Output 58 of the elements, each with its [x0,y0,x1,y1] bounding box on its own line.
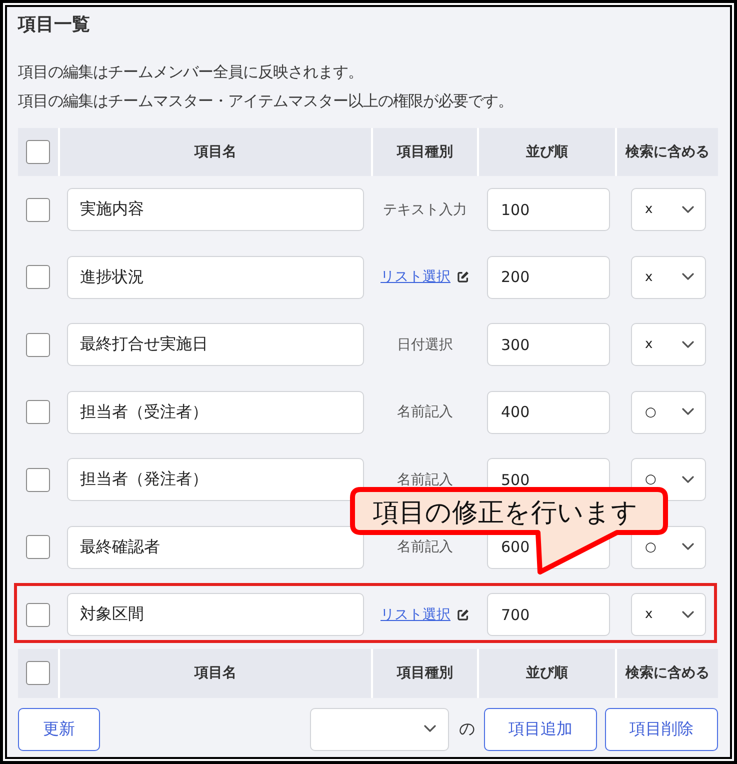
chevron-down-icon [682,408,694,416]
checkbox[interactable] [26,400,50,424]
name-input[interactable]: 担当者（受注者） [67,390,364,434]
checkbox[interactable] [26,332,50,357]
chevron-down-icon [682,543,694,552]
column-header: 項目名 [60,648,371,698]
checkbox[interactable] [26,602,50,627]
order-input[interactable]: 400 [487,390,610,434]
type-link[interactable]: リスト選択 [380,268,450,286]
checkbox[interactable] [26,140,50,164]
add-item-button[interactable]: 項目追加 [484,708,597,750]
chevron-down-icon [682,206,694,214]
column-header: 項目名 [60,128,371,176]
chevron-down-icon [682,610,694,619]
edit-icon[interactable] [456,608,470,622]
checkbox[interactable] [26,198,50,222]
name-input[interactable]: 担当者（発注者） [67,458,364,502]
search-select[interactable]: x [631,188,706,232]
name-input[interactable]: 進捗状況 [67,256,364,299]
type-label: 名前記入 [397,538,453,556]
type-link[interactable]: リスト選択 [380,606,450,624]
edit-icon[interactable] [456,270,470,284]
chevron-down-icon [682,340,694,349]
type-label: 名前記入 [397,403,453,422]
name-input[interactable]: 最終確認者 [67,526,364,569]
search-select[interactable]: ○ [631,390,706,434]
joiner-text: の [459,718,475,740]
name-input[interactable]: 実施内容 [67,188,364,232]
name-input[interactable]: 対象区間 [67,593,364,636]
note-text: 項目の編集はチームマスター・アイテムマスター以上の権限が必要です。 [18,90,514,112]
order-input[interactable]: 200 [487,256,610,299]
order-input[interactable]: 700 [487,593,610,636]
checkbox[interactable] [26,265,50,290]
search-select[interactable]: x [631,256,706,299]
chevron-down-icon [424,725,436,733]
search-select[interactable]: x [631,323,706,366]
update-button[interactable]: 更新 [18,708,100,750]
search-select[interactable]: x [631,593,706,636]
checkbox[interactable] [26,661,50,685]
type-label: テキスト入力 [383,200,467,219]
name-input[interactable]: 最終打合せ実施日 [67,323,364,366]
column-header: 並び順 [479,648,615,698]
column-header: 並び順 [479,128,615,176]
column-header: 検索に含める [617,128,718,176]
checkbox[interactable] [26,535,50,560]
type-label: 名前記入 [397,470,453,489]
delete-item-button[interactable]: 項目削除 [605,708,718,750]
checkbox[interactable] [26,468,50,492]
chevron-down-icon [682,273,694,282]
panel-title: 項目一覧 [18,13,91,37]
note-text: 項目の編集はチームメンバー全員に反映されます。 [18,62,364,82]
order-input[interactable]: 100 [487,188,610,232]
type-label: 日付選択 [397,336,453,354]
column-header: 項目種別 [373,128,477,176]
column-header: 項目種別 [373,648,477,698]
order-input[interactable]: 300 [487,323,610,366]
chevron-down-icon [682,476,694,484]
column-header: 検索に含める [617,648,718,698]
